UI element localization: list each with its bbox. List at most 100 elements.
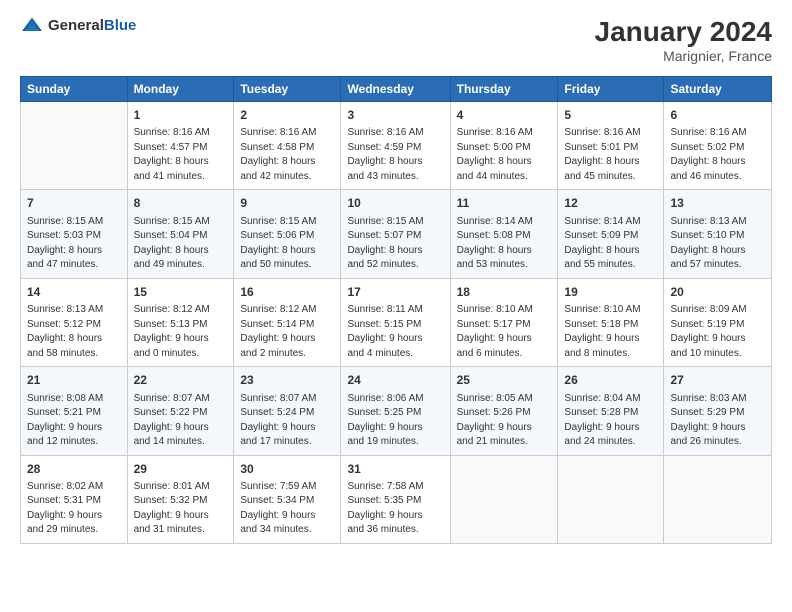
- day-info-line: Sunset: 5:04 PM: [134, 229, 228, 244]
- calendar-cell: [664, 455, 772, 543]
- day-info-line: and 53 minutes.: [457, 258, 552, 273]
- day-number: 9: [240, 195, 334, 212]
- day-info-line: and 4 minutes.: [347, 347, 443, 362]
- day-info-line: Sunset: 4:58 PM: [240, 141, 334, 156]
- day-info-line: Sunrise: 8:03 AM: [670, 392, 765, 407]
- calendar-table: SundayMondayTuesdayWednesdayThursdayFrid…: [20, 76, 772, 544]
- day-info-line: and 43 minutes.: [347, 170, 443, 185]
- day-info-line: Sunrise: 8:10 AM: [564, 303, 657, 318]
- day-number: 1: [134, 107, 228, 124]
- day-info-line: Sunrise: 8:11 AM: [347, 303, 443, 318]
- day-info-line: Sunset: 5:01 PM: [564, 141, 657, 156]
- day-info-line: Sunset: 5:06 PM: [240, 229, 334, 244]
- day-info-line: Daylight: 9 hours: [670, 332, 765, 347]
- day-info-line: Daylight: 9 hours: [240, 332, 334, 347]
- day-info-line: Sunset: 4:57 PM: [134, 141, 228, 156]
- day-info-line: Sunrise: 7:59 AM: [240, 480, 334, 495]
- day-info-line: Sunrise: 8:12 AM: [134, 303, 228, 318]
- week-row-5: 28Sunrise: 8:02 AMSunset: 5:31 PMDayligh…: [21, 455, 772, 543]
- day-info-line: Daylight: 9 hours: [347, 509, 443, 524]
- day-info-line: Daylight: 8 hours: [457, 155, 552, 170]
- calendar-cell: [558, 455, 664, 543]
- day-number: 11: [457, 195, 552, 212]
- day-info-line: and 19 minutes.: [347, 435, 443, 450]
- week-row-1: 1 Sunrise: 8:16 AM Sunset: 4:57 PM Daylight…: [21, 102, 772, 190]
- logo-icon: [20, 16, 44, 36]
- day-info-line: Daylight: 9 hours: [27, 509, 121, 524]
- day-info-line: Sunrise: 8:04 AM: [564, 392, 657, 407]
- calendar-cell: 5Sunrise: 8:16 AMSunset: 5:01 PMDaylight…: [558, 102, 664, 190]
- day-number: 20: [670, 284, 765, 301]
- day-info-line: and 58 minutes.: [27, 347, 121, 362]
- day-info-line: and 34 minutes.: [240, 523, 334, 538]
- day-info-line: Daylight: 8 hours: [240, 155, 334, 170]
- day-info-line: Sunrise: 8:08 AM: [27, 392, 121, 407]
- calendar-cell: 21Sunrise: 8:08 AMSunset: 5:21 PMDayligh…: [21, 367, 128, 455]
- day-info-line: and 29 minutes.: [27, 523, 121, 538]
- day-info-line: and 44 minutes.: [457, 170, 552, 185]
- day-info-line: Sunrise: 8:15 AM: [27, 215, 121, 230]
- day-info-line: Sunset: 5:02 PM: [670, 141, 765, 156]
- day-info-line: Daylight: 8 hours: [564, 244, 657, 259]
- day-info-line: Sunset: 5:26 PM: [457, 406, 552, 421]
- day-info-line: Daylight: 9 hours: [134, 421, 228, 436]
- week-row-4: 21Sunrise: 8:08 AMSunset: 5:21 PMDayligh…: [21, 367, 772, 455]
- day-info-line: Daylight: 9 hours: [670, 421, 765, 436]
- logo-blue: Blue: [104, 17, 137, 34]
- calendar-cell: 23Sunrise: 8:07 AMSunset: 5:24 PMDayligh…: [234, 367, 341, 455]
- day-info-line: Sunset: 5:07 PM: [347, 229, 443, 244]
- day-info-line: and 2 minutes.: [240, 347, 334, 362]
- day-number: 12: [564, 195, 657, 212]
- day-info-line: Daylight: 9 hours: [457, 421, 552, 436]
- day-info-line: Sunrise: 8:01 AM: [134, 480, 228, 495]
- day-info-line: and 21 minutes.: [457, 435, 552, 450]
- calendar-cell: 13Sunrise: 8:13 AMSunset: 5:10 PMDayligh…: [664, 190, 772, 278]
- column-header-sunday: Sunday: [21, 77, 128, 102]
- day-number: 6: [670, 107, 765, 124]
- column-header-thursday: Thursday: [450, 77, 558, 102]
- day-info-line: and 0 minutes.: [134, 347, 228, 362]
- day-info-line: Sunset: 5:25 PM: [347, 406, 443, 421]
- calendar-cell: 2Sunrise: 8:16 AMSunset: 4:58 PMDaylight…: [234, 102, 341, 190]
- day-number: 31: [347, 461, 443, 478]
- day-info-line: and 42 minutes.: [240, 170, 334, 185]
- column-header-wednesday: Wednesday: [341, 77, 450, 102]
- week-row-2: 7Sunrise: 8:15 AMSunset: 5:03 PMDaylight…: [21, 190, 772, 278]
- day-info-line: Daylight: 9 hours: [240, 421, 334, 436]
- calendar-cell: 18Sunrise: 8:10 AMSunset: 5:17 PMDayligh…: [450, 278, 558, 366]
- calendar-cell: 17Sunrise: 8:11 AMSunset: 5:15 PMDayligh…: [341, 278, 450, 366]
- calendar-cell: 19Sunrise: 8:10 AMSunset: 5:18 PMDayligh…: [558, 278, 664, 366]
- day-number: 22: [134, 372, 228, 389]
- column-header-friday: Friday: [558, 77, 664, 102]
- day-number: 30: [240, 461, 334, 478]
- day-number: 28: [27, 461, 121, 478]
- day-number: 8: [134, 195, 228, 212]
- day-number: 18: [457, 284, 552, 301]
- calendar-cell: 9Sunrise: 8:15 AMSunset: 5:06 PMDaylight…: [234, 190, 341, 278]
- day-info-line: Sunrise: 8:14 AM: [457, 215, 552, 230]
- calendar-body: 1 Sunrise: 8:16 AM Sunset: 4:57 PM Daylight…: [21, 102, 772, 544]
- calendar-cell: 10Sunrise: 8:15 AMSunset: 5:07 PMDayligh…: [341, 190, 450, 278]
- day-info-line: and 52 minutes.: [347, 258, 443, 273]
- day-info-line: and 46 minutes.: [670, 170, 765, 185]
- day-info-line: and 57 minutes.: [670, 258, 765, 273]
- day-info-line: Sunset: 5:18 PM: [564, 318, 657, 333]
- day-number: 26: [564, 372, 657, 389]
- calendar-cell: 16Sunrise: 8:12 AMSunset: 5:14 PMDayligh…: [234, 278, 341, 366]
- day-info-line: Daylight: 8 hours: [347, 244, 443, 259]
- day-info-line: Sunrise: 8:09 AM: [670, 303, 765, 318]
- page: GeneralBlue January 2024 Marignier, Fran…: [0, 0, 792, 612]
- column-header-saturday: Saturday: [664, 77, 772, 102]
- day-info-line: Sunset: 5:10 PM: [670, 229, 765, 244]
- day-number: 4: [457, 107, 552, 124]
- day-info-line: Sunset: 5:35 PM: [347, 494, 443, 509]
- calendar-cell: 30Sunrise: 7:59 AMSunset: 5:34 PMDayligh…: [234, 455, 341, 543]
- day-info-line: Daylight: 8 hours: [670, 244, 765, 259]
- day-number: 21: [27, 372, 121, 389]
- day-info-line: Daylight: 8 hours: [670, 155, 765, 170]
- day-info-line: and 45 minutes.: [564, 170, 657, 185]
- day-info-line: and 8 minutes.: [564, 347, 657, 362]
- day-info-line: Daylight: 9 hours: [347, 332, 443, 347]
- day-info-line: Daylight: 8 hours: [564, 155, 657, 170]
- day-info-line: Sunrise: 8:16 AM: [457, 126, 552, 141]
